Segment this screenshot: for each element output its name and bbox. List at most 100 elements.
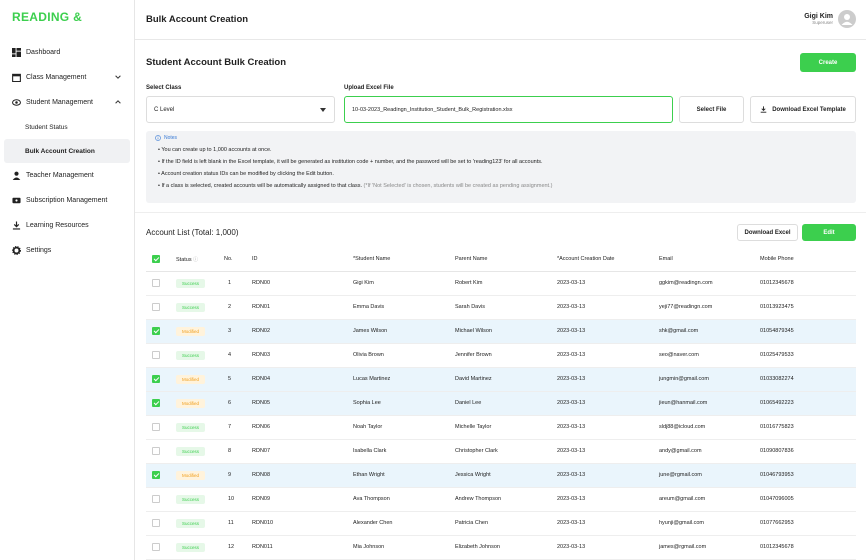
row-checkbox[interactable] (152, 375, 160, 383)
cell-parent-name: Jessica Wright (449, 463, 551, 488)
create-button[interactable]: Create (800, 53, 856, 72)
cell-parent-name: David Martinez (449, 367, 551, 392)
cell-parent-name: Robert Kim (449, 271, 551, 296)
cell-creation-date: 2023-03-13 (551, 343, 653, 368)
sidebar-item-teacher-management[interactable]: Teacher Management (0, 163, 134, 188)
cell-id: RDN09 (246, 487, 347, 512)
row-checkbox[interactable] (152, 399, 160, 407)
table-row[interactable]: Modified 5 RDN04 Lucas Martinez David Martin… (146, 367, 856, 392)
row-checkbox[interactable] (152, 471, 160, 479)
cell-student-name: Noah Taylor (347, 415, 449, 440)
chevron-up-icon[interactable] (114, 98, 122, 106)
download-excel-button[interactable]: Download Excel (737, 224, 798, 241)
class-select[interactable]: C Level (146, 96, 335, 123)
row-checkbox[interactable] (152, 423, 160, 431)
table-row[interactable]: Success 10 RDN09 Ava Thompson Andrew Thompso… (146, 487, 856, 512)
note-line: • If the ID field is left blank in the E… (158, 159, 543, 165)
table-row[interactable]: Success 11 RDN010 Alexander Chen Patricia Ch… (146, 511, 856, 536)
sidebar-item-settings[interactable]: Settings (0, 238, 134, 263)
table-row[interactable]: Success 12 RDN011 Mia Johnson Elizabeth John… (146, 535, 856, 560)
download-template-button[interactable]: Download Excel Template (750, 96, 856, 123)
cell-mobile-phone: 01025479533 (754, 343, 856, 368)
table-row[interactable]: Success 8 RDN07 Isabella Clark Christopher C… (146, 439, 856, 464)
row-checkbox[interactable] (152, 543, 160, 551)
cell-mobile-phone: 01054879345 (754, 319, 856, 344)
edit-button[interactable]: Edit (802, 224, 856, 241)
cell-no: 1 (218, 271, 246, 296)
avatar[interactable] (838, 10, 856, 28)
cell-no: 11 (218, 511, 246, 536)
cell-email: jieun@hanmail.com (653, 391, 754, 416)
user-profile[interactable]: Gigi Kim Superuser (804, 10, 856, 28)
cell-creation-date: 2023-03-13 (551, 463, 653, 488)
cell-no: 5 (218, 367, 246, 392)
cell-student-name: Mia Johnson (347, 535, 449, 560)
page-title: Bulk Account Creation (146, 14, 249, 25)
row-checkbox[interactable] (152, 447, 160, 455)
cell-email: shk@gmail.com (653, 319, 754, 344)
table-row[interactable]: Modified 6 RDN05 Sophia Lee Daniel Lee 2023-0… (146, 391, 856, 416)
upload-label: Upload Excel File (344, 85, 394, 91)
status-badge: Modified (176, 470, 205, 480)
sidebar-item-label: Settings (26, 247, 52, 254)
cell-parent-name: Jennifer Brown (449, 343, 551, 368)
cell-email: andy@gmail.com (653, 439, 754, 464)
sidebar-item-class-management[interactable]: Class Management (0, 65, 134, 90)
cell-email: jungmin@gmail.com (653, 367, 754, 392)
row-checkbox[interactable] (152, 279, 160, 287)
cell-id: RDN04 (246, 367, 347, 392)
table-row[interactable]: Modified 3 RDN02 James Wilson Michael Wilson… (146, 319, 856, 344)
table-row[interactable]: Success 4 RDN03 Olivia Brown Jennifer Brown 2… (146, 343, 856, 368)
table-row[interactable]: Success 1 RDN00 Gigi Kim Robert Kim 2023-03-1… (146, 271, 856, 296)
ticket-icon (12, 197, 21, 204)
cell-email: james@rgmail.com (653, 535, 754, 560)
cell-creation-date: 2023-03-13 (551, 415, 653, 440)
status-badge: Success (176, 446, 205, 456)
section-title: Student Account Bulk Creation (146, 57, 287, 68)
cell-no: 3 (218, 319, 246, 344)
col-status: Status ⓘ (170, 248, 218, 272)
note-gray-text: (*If 'Not Selected' is chosen, students … (363, 183, 553, 189)
cell-no: 8 (218, 439, 246, 464)
table-row[interactable]: Success 7 RDN06 Noah Taylor Michelle Taylor 2… (146, 415, 856, 440)
sidebar-item-subscription-management[interactable]: Subscription Management (0, 188, 134, 213)
col-no: No. (218, 248, 246, 272)
cell-mobile-phone: 01065492223 (754, 391, 856, 416)
cell-no: 9 (218, 463, 246, 488)
table-row[interactable]: Success 2 RDN01 Emma Davis Sarah Davis 2023-0… (146, 295, 856, 320)
cell-parent-name: Christopher Clark (449, 439, 551, 464)
sidebar-item-dashboard[interactable]: Dashboard (0, 40, 134, 65)
user-role: Superuser (812, 20, 833, 25)
cell-creation-date: 2023-03-13 (551, 487, 653, 512)
table-row[interactable]: Modified 9 RDN08 Ethan Wright Jessica Wright… (146, 463, 856, 488)
select-file-button[interactable]: Select File (679, 96, 744, 123)
cell-student-name: Gigi Kim (347, 271, 449, 296)
cell-student-name: Lucas Martinez (347, 367, 449, 392)
row-checkbox[interactable] (152, 327, 160, 335)
row-checkbox[interactable] (152, 519, 160, 527)
cell-email: ggkim@readingn.com (653, 271, 754, 296)
sidebar-item-label: Dashboard (26, 49, 61, 56)
sidebar-item-learning-resources[interactable]: Learning Resources (0, 213, 134, 238)
cell-mobile-phone: 01033082274 (754, 367, 856, 392)
cell-id: RDN02 (246, 319, 347, 344)
sidebar-item-bulk-account-creation[interactable]: Bulk Account Creation (4, 139, 130, 163)
status-badge: Success (176, 278, 205, 288)
gear-icon (12, 246, 21, 255)
cell-no: 2 (218, 295, 246, 320)
download-icon (12, 221, 21, 230)
cell-email: sldj88@icloud.com (653, 415, 754, 440)
sidebar-item-student-management[interactable]: Student Management (0, 90, 134, 115)
chevron-down-icon[interactable] (114, 73, 122, 81)
row-checkbox[interactable] (152, 303, 160, 311)
cell-parent-name: Michelle Taylor (449, 415, 551, 440)
user-name: Gigi Kim (804, 13, 833, 20)
file-name-field[interactable]: 10-03-2023_Readingn_Institution_Student_… (344, 96, 673, 123)
dashboard-icon (12, 48, 21, 57)
row-checkbox[interactable] (152, 351, 160, 359)
select-all-checkbox[interactable] (152, 255, 160, 264)
cell-id: RDN010 (246, 511, 347, 536)
row-checkbox[interactable] (152, 495, 160, 503)
cell-id: RDN03 (246, 343, 347, 368)
sidebar-item-student-status[interactable]: Student Status (0, 115, 134, 139)
